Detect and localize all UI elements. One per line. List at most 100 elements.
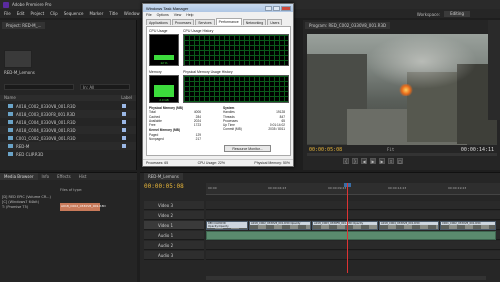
menu-edit[interactable]: Edit: [17, 11, 25, 16]
tree-item[interactable]: T: (Promise T5): [2, 205, 51, 210]
stat-value: 1723: [193, 123, 201, 128]
project-in-select[interactable]: In: All: [80, 84, 130, 90]
memory-label: Memory: [149, 70, 162, 74]
audio-clip[interactable]: [206, 231, 496, 240]
project-tab[interactable]: Project: RED-M_...: [2, 22, 46, 29]
tm-menu-view[interactable]: View: [174, 13, 182, 17]
tm-menu-file[interactable]: File: [146, 13, 152, 17]
tab-effects[interactable]: Effects: [53, 173, 75, 180]
timeline-clip[interactable]: A018_C004_0330V8_001.R3D: [379, 221, 439, 230]
project-name: RED-M_Lemons: [4, 70, 35, 75]
track-lane[interactable]: [206, 211, 500, 220]
list-item[interactable]: C001_C002_0330V8_001.R3D: [0, 134, 136, 142]
clip-icon: [8, 120, 13, 124]
ruler-tick: 00:00:04:23: [268, 186, 287, 190]
tab-history[interactable]: Hist: [75, 173, 91, 180]
menu-sequence[interactable]: Sequence: [64, 11, 84, 16]
timeline-timecode[interactable]: 00:00:05:08: [144, 183, 184, 190]
list-item[interactable]: A018_C004_0330V8_001.R3D: [0, 118, 136, 126]
track-lane[interactable]: RED CLIP.R3D Opacity:Opacity A018_C002_0…: [206, 221, 500, 230]
media-browser-panel: Media Browser Info Effects Hist Files of…: [0, 172, 137, 282]
minimize-icon[interactable]: [265, 5, 272, 11]
tab-media-browser[interactable]: Media Browser: [0, 173, 38, 180]
mark-in-icon[interactable]: {: [343, 158, 349, 164]
timeline-clip[interactable]: C001_C002_0330V8_001.R3D: [440, 221, 496, 230]
sequence-tab[interactable]: RED-M_Lemons: [144, 173, 183, 180]
tab-info[interactable]: Info: [38, 173, 54, 180]
track-header[interactable]: Audio 2: [144, 241, 204, 250]
timeline-clip[interactable]: A018_C002_0330V8_001.R3D Opacity: [249, 221, 311, 230]
menu-title[interactable]: Title: [109, 11, 118, 16]
tm-menu-help[interactable]: Help: [186, 13, 193, 17]
step-back-icon[interactable]: ◀: [361, 158, 367, 164]
menu-project[interactable]: Project: [30, 11, 44, 16]
list-item[interactable]: A018_C003_0330F8_001.R3D: [0, 110, 136, 118]
app-title: Adobe Premiere Pro: [12, 2, 52, 7]
track-header[interactable]: Video 2: [144, 211, 204, 220]
workspace-select[interactable]: Editing: [444, 11, 470, 17]
list-item[interactable]: A018_C002_0330V8_001.R3D: [0, 102, 136, 110]
project-thumbnail: [4, 50, 32, 68]
timeline-scrollbar[interactable]: [206, 276, 486, 280]
tab-applications[interactable]: Applications: [146, 19, 171, 25]
track-header[interactable]: Audio 1: [144, 231, 204, 240]
menu-file[interactable]: File: [4, 11, 11, 16]
project-search-input[interactable]: [4, 84, 74, 90]
ruler-tick: 00:00:19:23: [448, 186, 467, 190]
tab-performance[interactable]: Performance: [215, 18, 242, 25]
tab-users[interactable]: Users: [267, 19, 283, 25]
play-icon[interactable]: ▶: [370, 158, 376, 164]
clip-label: A018_C003_0330F8_001.R3D Opacity: [313, 222, 377, 225]
timeline-clip[interactable]: RED CLIP.R3D Opacity:Opacity: [206, 221, 248, 230]
tools-panel: [488, 20, 500, 120]
track-lane[interactable]: [206, 251, 500, 260]
step-forward-icon[interactable]: ▶: [379, 158, 385, 164]
label-color-chip: [122, 128, 126, 132]
files-of-type-label[interactable]: Files of type:: [60, 188, 82, 192]
list-item[interactable]: A018_C004_0330V8_001.R3D: [0, 126, 136, 134]
media-file-item[interactable]: A018_C002_0330V8_001.R3D: [60, 203, 106, 211]
clip-icon: [8, 104, 13, 108]
ruler-tick: 00:00: [208, 186, 217, 190]
track-lane[interactable]: [206, 231, 500, 240]
lift-icon[interactable]: ⇧: [388, 158, 394, 164]
stat-label: Commit (MB): [223, 127, 242, 132]
cpu-usage-value: 22 %: [160, 61, 168, 65]
menu-marker[interactable]: Marker: [89, 11, 103, 16]
tab-services[interactable]: Services: [195, 19, 215, 25]
tab-networking[interactable]: Networking: [242, 19, 267, 25]
menu-clip[interactable]: Clip: [50, 11, 58, 16]
project-in-value: All: [89, 85, 95, 90]
tm-menu-options[interactable]: Options: [157, 13, 169, 17]
clip-thumbnails: [313, 225, 377, 229]
track-video-3: Video 3: [140, 201, 500, 211]
memory-history-graph: [183, 75, 289, 103]
mark-out-icon[interactable]: }: [352, 158, 358, 164]
timeline-ruler[interactable]: 00:00 00:00:04:23 00:00:09:23 00:00:14:2…: [206, 183, 500, 195]
export-frame-icon[interactable]: □: [397, 158, 403, 164]
track-header[interactable]: Audio 3: [144, 251, 204, 260]
playhead-line[interactable]: [347, 183, 348, 273]
monitor-time-ruler[interactable]: [307, 153, 497, 156]
status-memory: Physical Memory: 50%: [254, 161, 290, 165]
track-lane[interactable]: [206, 201, 500, 210]
track-lane[interactable]: [206, 241, 500, 250]
track-header[interactable]: Video 3: [144, 201, 204, 210]
tab-processes[interactable]: Processes: [171, 19, 195, 25]
maximize-icon[interactable]: [273, 5, 280, 11]
menu-window[interactable]: Window: [124, 11, 140, 16]
list-item[interactable]: RED-M: [0, 142, 136, 150]
track-video-2: Video 2: [140, 211, 500, 221]
program-monitor-tab[interactable]: Program: RED_C002_0330V8_001.R3D: [305, 22, 391, 29]
close-icon[interactable]: [281, 5, 291, 11]
project-list-header: Name Label: [0, 95, 136, 101]
track-header[interactable]: Video 1: [144, 221, 204, 230]
list-item[interactable]: RED CLIP.R3D: [0, 150, 136, 158]
project-col-label[interactable]: Label: [121, 95, 132, 101]
transport-controls: { } ◀ ▶ ▶ ⇧ □: [343, 158, 403, 164]
fit-select[interactable]: Fit: [387, 147, 394, 152]
label-color-chip: [122, 112, 126, 116]
timeline-clip[interactable]: A018_C003_0330F8_001.R3D Opacity: [312, 221, 378, 230]
resource-monitor-button[interactable]: Resource Monitor...: [224, 145, 271, 152]
project-col-name[interactable]: Name: [4, 95, 16, 101]
